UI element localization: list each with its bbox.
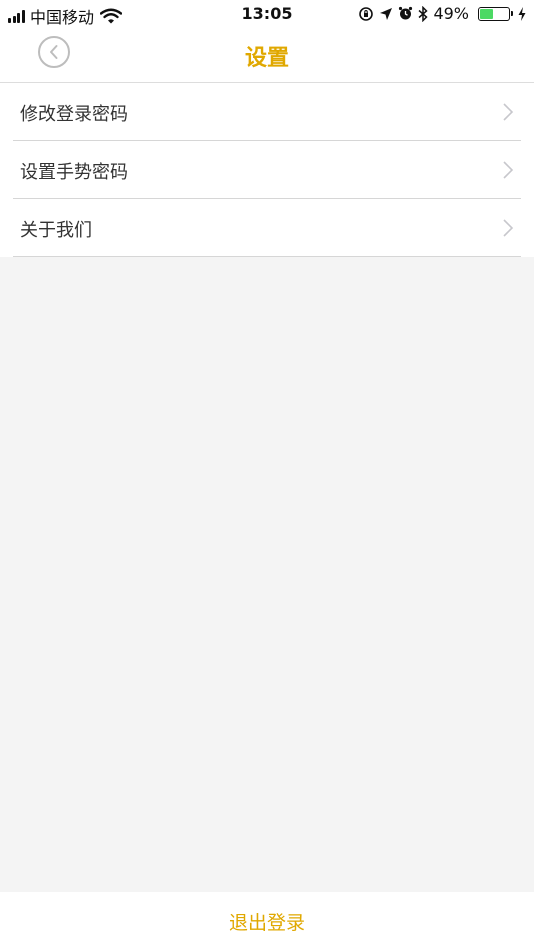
chevron-right-icon xyxy=(503,161,514,179)
battery-icon xyxy=(474,6,513,21)
logout-button[interactable]: 退出登录 xyxy=(0,892,534,950)
nav-bar: 设置 xyxy=(0,28,534,83)
page-title: 设置 xyxy=(244,46,289,71)
alarm-icon xyxy=(398,6,413,21)
battery-percent: 49% xyxy=(433,4,469,23)
menu-item-label: 设置手势密码 xyxy=(20,162,128,183)
chevron-right-icon xyxy=(503,103,514,121)
settings-menu: 修改登录密码 设置手势密码 关于我们 xyxy=(0,83,534,257)
menu-item-about-us[interactable]: 关于我们 xyxy=(13,199,521,257)
charging-icon xyxy=(518,6,526,21)
logout-label: 退出登录 xyxy=(228,911,305,934)
menu-item-label: 关于我们 xyxy=(20,220,92,241)
chevron-right-icon xyxy=(503,219,514,237)
status-right: 49% xyxy=(353,4,526,23)
location-icon xyxy=(379,7,393,21)
menu-item-label: 修改登录密码 xyxy=(20,104,128,125)
orientation-lock-icon xyxy=(358,6,374,22)
status-bar: 中国移动 13:05 49% xyxy=(0,0,534,28)
menu-item-set-gesture-password[interactable]: 设置手势密码 xyxy=(13,141,521,199)
bluetooth-icon xyxy=(418,5,429,22)
menu-item-change-login-password[interactable]: 修改登录密码 xyxy=(13,83,521,141)
